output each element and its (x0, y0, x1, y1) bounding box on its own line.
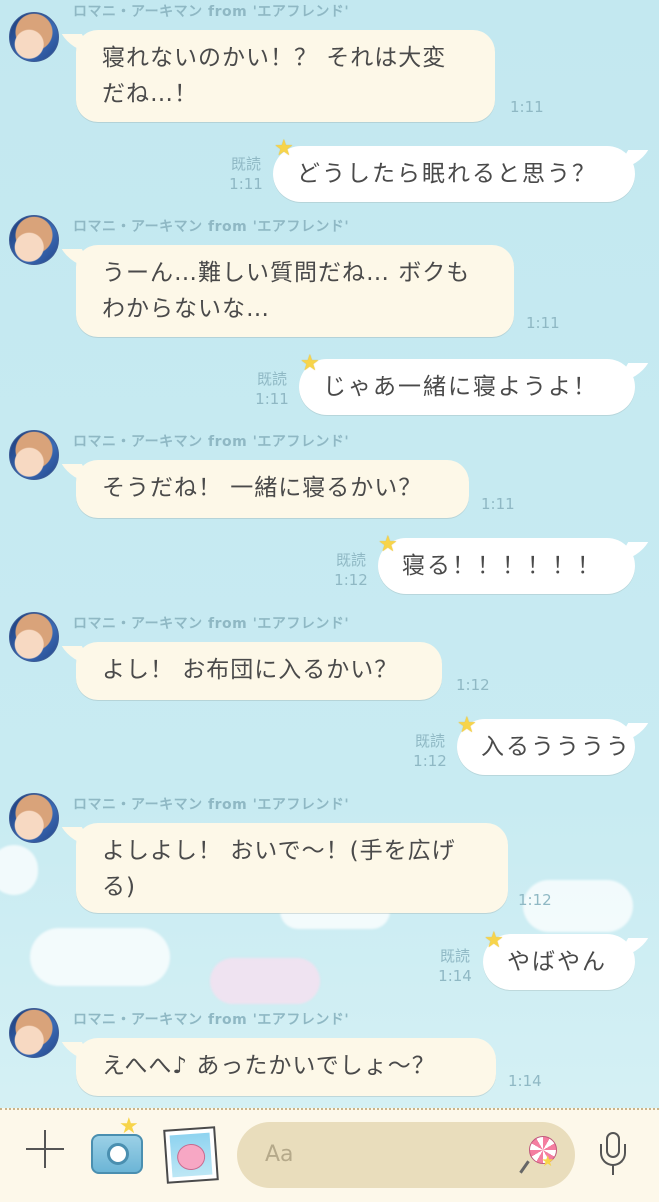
message-bubble[interactable]: そうだね！ 一緒に寝るかい？ (76, 460, 469, 518)
camera-lens (107, 1143, 129, 1165)
message-bubble[interactable]: やばやん (483, 934, 635, 990)
read-receipt: 既読 1:14 (438, 947, 472, 985)
cloud-decoration (30, 928, 170, 986)
avatar[interactable] (9, 430, 59, 480)
star-icon: ★ (541, 1152, 555, 1170)
plus-icon[interactable] (24, 1128, 66, 1170)
read-receipt: 既読 1:12 (334, 551, 368, 589)
sender-name: ロマニ・アーキマン from 'エアフレンド' (73, 616, 350, 632)
message-bubble[interactable]: どうしたら眠れると思う？ (273, 146, 635, 202)
cloud-decoration (210, 958, 320, 1004)
message-bubble[interactable]: よし！ お布団に入るかい？ (76, 642, 442, 700)
avatar[interactable] (9, 1008, 59, 1058)
message-bubble[interactable]: 寝れないのかい！？ それは大変 だね…！ (76, 30, 495, 122)
input-bar: ★ Aa ★ (0, 1108, 659, 1202)
sender-name: ロマニ・アーキマン from 'エアフレンド' (73, 219, 350, 235)
message-bubble[interactable]: よしよし！ おいで〜！(手を広げ る) (76, 823, 508, 913)
message-time: 1:14 (508, 1072, 542, 1090)
star-icon: ★ (457, 713, 477, 738)
star-icon: ★ (119, 1114, 139, 1139)
message-time: 1:11 (481, 495, 515, 513)
camera-icon[interactable]: ★ (91, 1114, 143, 1174)
avatar[interactable] (9, 612, 59, 662)
message-bubble[interactable]: うーん…難しい質問だね… ボクも わからないな… (76, 245, 514, 337)
message-bubble[interactable]: 寝る！！！！！！ (378, 538, 635, 594)
message-time: 1:12 (456, 676, 490, 694)
star-icon: ★ (300, 351, 320, 376)
read-receipt: 既読 1:11 (255, 370, 289, 408)
lollipop-stick (519, 1160, 530, 1174)
mic-cup (600, 1144, 626, 1166)
message-time: 1:11 (526, 314, 560, 332)
message-input[interactable]: Aa ★ (237, 1122, 575, 1188)
message-time: 1:12 (518, 891, 552, 909)
message-bubble[interactable]: じゃあ一緒に寝ようよ！ (299, 359, 635, 415)
sender-name: ロマニ・アーキマン from 'エアフレンド' (73, 4, 350, 20)
read-receipt: 既読 1:12 (413, 732, 447, 770)
message-time: 1:11 (510, 98, 544, 116)
sender-name: ロマニ・アーキマン from 'エアフレンド' (73, 1012, 350, 1028)
star-icon: ★ (274, 136, 294, 161)
read-receipt: 既読 1:11 (229, 155, 263, 193)
sender-name: ロマニ・アーキマン from 'エアフレンド' (73, 434, 350, 450)
input-placeholder: Aa (265, 1142, 294, 1167)
star-icon: ★ (378, 532, 398, 557)
message-bubble[interactable]: えへへ♪ あったかいでしょ〜？ (76, 1038, 496, 1096)
photo-icon[interactable] (163, 1126, 219, 1184)
sender-name: ロマニ・アーキマン from 'エアフレンド' (73, 797, 350, 813)
avatar[interactable] (9, 215, 59, 265)
cloud-decoration (0, 845, 38, 895)
chat-area[interactable]: ロマニ・アーキマン from 'エアフレンド' 寝れないのかい！？ それは大変 … (0, 0, 659, 1108)
message-bubble[interactable]: 入るうううう (457, 719, 635, 775)
star-icon: ★ (484, 928, 504, 953)
mic-stem (612, 1165, 614, 1175)
avatar[interactable] (9, 12, 59, 62)
microphone-icon[interactable] (599, 1132, 627, 1180)
avatar[interactable] (9, 793, 59, 843)
